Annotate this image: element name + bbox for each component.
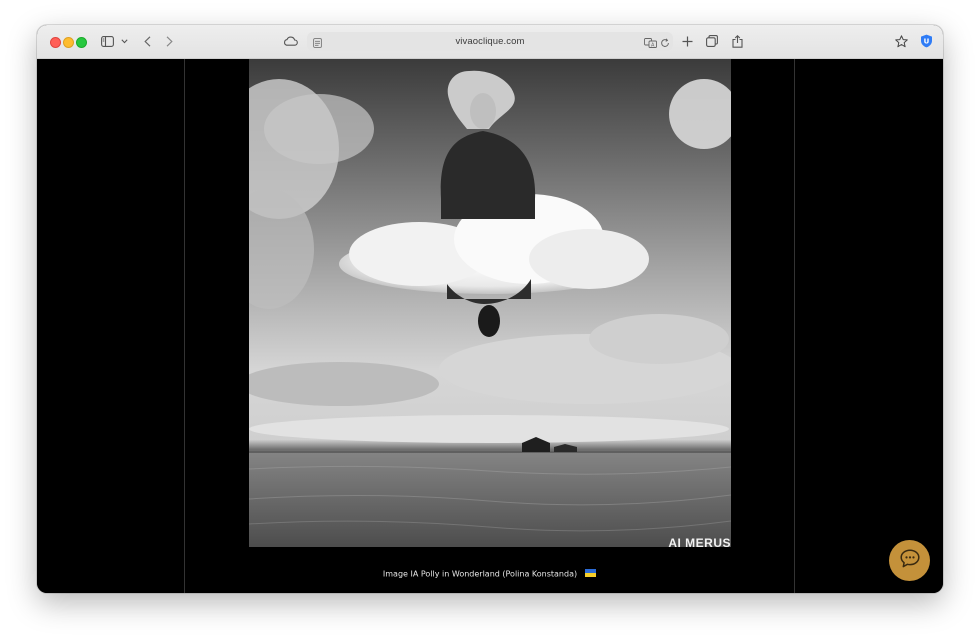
close-window-button[interactable] xyxy=(50,37,61,48)
back-icon[interactable] xyxy=(142,33,152,49)
url-text[interactable]: vivaoclique.com xyxy=(307,32,673,51)
new-tab-icon[interactable] xyxy=(681,33,693,49)
page-content: AI MERUS Image IA Polly in Wonderland (P… xyxy=(37,59,943,593)
cloud-icon[interactable] xyxy=(282,33,298,49)
ukraine-flag-icon xyxy=(585,569,597,579)
minimize-window-button[interactable] xyxy=(63,37,74,48)
share-icon[interactable] xyxy=(731,33,743,49)
photo-watermark: AI MERUS xyxy=(668,538,731,547)
photo-caption: Image IA Polly in Wonderland (Polina Kon… xyxy=(184,569,795,579)
zoom-window-button[interactable] xyxy=(76,37,87,48)
chat-button[interactable] xyxy=(889,540,930,581)
chat-bubble-icon xyxy=(899,548,920,573)
forward-icon[interactable] xyxy=(164,33,174,49)
address-bar[interactable]: vivaoclique.com A xyxy=(307,32,673,51)
caption-text: Image IA Polly in Wonderland (Polina Kon… xyxy=(382,569,578,579)
translate-icon[interactable]: A xyxy=(644,35,657,51)
bookmark-star-icon[interactable] xyxy=(894,33,908,49)
chevron-down-icon[interactable] xyxy=(120,33,128,49)
browser-toolbar: vivaoclique.com A U xyxy=(37,25,943,59)
tabs-overview-icon[interactable] xyxy=(705,33,719,49)
reload-icon[interactable] xyxy=(660,35,670,51)
browser-window: vivaoclique.com A U AI MERUS Image IA Po… xyxy=(37,25,943,593)
sidebar-icon[interactable] xyxy=(100,33,114,49)
svg-text:A: A xyxy=(651,42,655,48)
extension-shield-icon[interactable]: U xyxy=(919,33,933,49)
svg-text:U: U xyxy=(923,38,929,46)
hero-photo: AI MERUS xyxy=(249,59,731,547)
